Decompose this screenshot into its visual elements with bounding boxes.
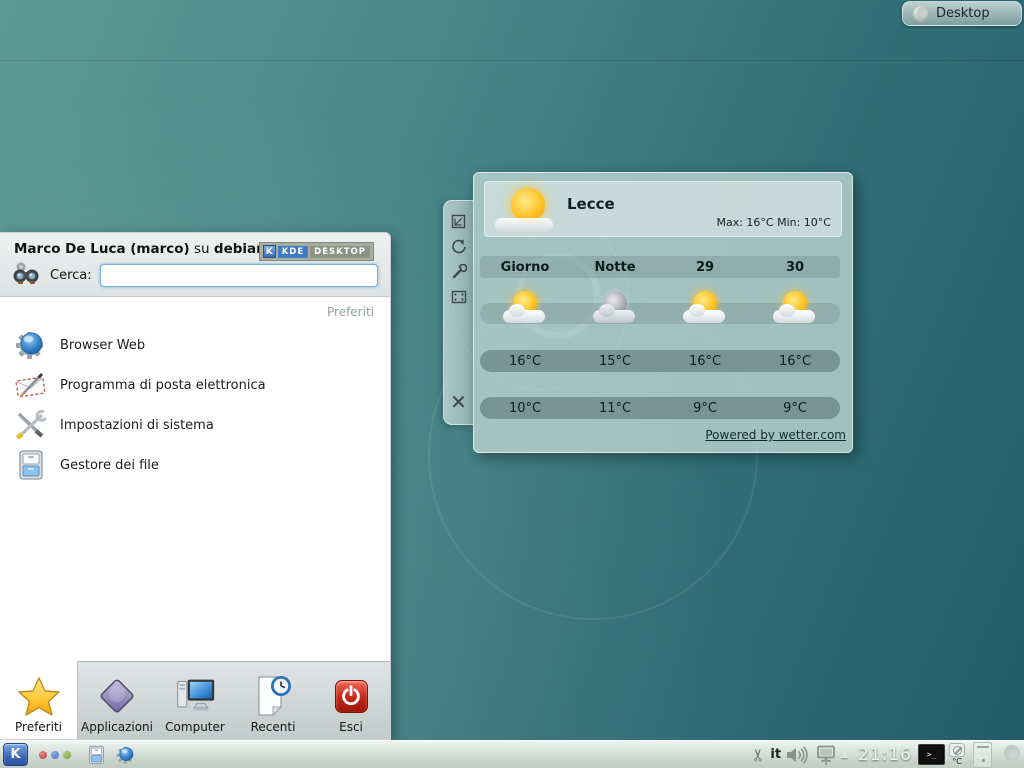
sun-cloud-icon — [495, 188, 557, 234]
column-label: Giorno — [480, 256, 570, 278]
kde-menu-launcher-button[interactable]: K — [3, 743, 28, 766]
badge-desktop-label: DESKTOP — [310, 246, 370, 258]
search-input[interactable] — [100, 264, 378, 287]
search-binoculars-icon — [12, 260, 42, 290]
weather-tray-icon[interactable]: °C — [949, 743, 965, 766]
green-dot-icon — [63, 751, 71, 759]
tab-recenti[interactable]: Recenti — [234, 662, 312, 739]
close-icon[interactable]: ✕ — [450, 392, 467, 412]
weather-max-min: Max: 16°C Min: 10°C — [716, 216, 831, 229]
column-label: 29 — [660, 256, 750, 278]
column-label: 30 — [750, 256, 840, 278]
max-temp: 15°C — [570, 350, 660, 372]
web-browser-globe-icon — [14, 328, 48, 362]
weather-condition-row — [480, 303, 840, 324]
kickoff-tab-bar: Preferiti Applicazioni — [0, 661, 390, 739]
keyboard-layout-indicator[interactable]: it — [770, 747, 781, 762]
system-settings-tools-icon — [14, 408, 48, 442]
tab-label: Applicazioni — [81, 720, 153, 734]
min-temp: 9°C — [750, 397, 840, 419]
tab-label: Preferiti — [15, 720, 62, 734]
favorite-item-label: Impostazioni di sistema — [60, 418, 214, 433]
search-label: Cerca: — [50, 268, 92, 283]
weather-max-temp-row: 16°C 15°C 16°C 16°C — [480, 350, 840, 372]
quicklaunch-file-manager-button[interactable] — [85, 744, 107, 766]
favorite-item-label: Gestore dei file — [60, 458, 159, 473]
quicklaunch-web-browser-button[interactable] — [115, 744, 137, 766]
kickoff-menu: Marco De Luca (marco) su debian K KDE DE… — [0, 232, 391, 740]
tab-preferiti[interactable]: Preferiti — [0, 661, 78, 739]
min-temp: 9°C — [660, 397, 750, 419]
sun-cloud-icon — [682, 291, 728, 325]
weather-city: Lecce — [567, 195, 615, 213]
favorite-item-label: Programma di posta elettronica — [60, 378, 266, 393]
network-manager-icon[interactable] — [815, 745, 837, 765]
bottom-panel: K ✂ it — [0, 740, 1024, 768]
badge-kde-label: KDE — [278, 246, 308, 258]
tab-esci[interactable]: Esci — [312, 662, 390, 739]
column-label: Notte — [570, 256, 660, 278]
favorite-item-mail[interactable]: Programma di posta elettronica — [0, 365, 390, 405]
star-icon — [18, 675, 60, 717]
favorite-item-systemsettings[interactable]: Impostazioni di sistema — [0, 405, 390, 445]
weather-tray-unit-label: °C — [952, 758, 962, 766]
max-temp: 16°C — [750, 350, 840, 372]
klipper-scissors-icon[interactable]: ✂ — [749, 747, 769, 761]
title-connector: su — [190, 241, 214, 257]
user-name: Marco De Luca (marco) — [14, 241, 190, 257]
sun-cloud-icon — [772, 291, 818, 325]
favorite-item-filemanager[interactable]: Gestore dei file — [0, 445, 390, 485]
tab-applicazioni[interactable]: Applicazioni — [78, 662, 156, 739]
max-temp: 16°C — [480, 350, 570, 372]
weather-min-temp-row: 10°C 11°C 9°C 9°C — [480, 397, 840, 419]
resize-icon[interactable] — [450, 213, 467, 230]
desktop-toolbox-button[interactable]: Desktop — [902, 1, 1022, 26]
file-manager-cabinet-icon — [14, 448, 48, 482]
kickoff-header: Marco De Luca (marco) su debian K KDE DE… — [0, 233, 390, 297]
red-dot-icon — [39, 751, 47, 759]
blue-dot-icon — [51, 751, 59, 759]
weather-column-headers: Giorno Notte 29 30 — [480, 256, 840, 278]
maximize-icon[interactable] — [450, 288, 467, 305]
tab-label: Recenti — [251, 720, 296, 734]
weather-widget[interactable]: Lecce Max: 16°C Min: 10°C Giorno Notte 2… — [473, 172, 853, 453]
favorites-section-label: Preferiti — [327, 305, 374, 319]
plasma-cashew-icon — [913, 6, 929, 22]
kde-desktop-badge: K KDE DESKTOP — [259, 242, 374, 261]
tab-label: Computer — [165, 720, 225, 734]
tab-label: Esci — [339, 720, 363, 734]
activity-dots-widget[interactable] — [39, 751, 71, 759]
panel-mini-widget[interactable] — [973, 742, 992, 768]
tab-computer[interactable]: Computer — [156, 662, 234, 739]
favorite-item-browser[interactable]: Browser Web — [0, 325, 390, 365]
configure-wrench-icon[interactable] — [450, 263, 467, 280]
logout-power-icon — [330, 675, 372, 717]
kickoff-favorites-view: Preferiti Browser Web — [0, 297, 390, 661]
min-temp: 10°C — [480, 397, 570, 419]
desktop-toolbox-label: Desktop — [936, 6, 990, 21]
panel-toolbox-cashew-button[interactable] — [998, 743, 1022, 767]
sun-cloud-icon — [502, 291, 548, 325]
recent-documents-clock-icon — [252, 675, 294, 717]
applications-diamond-icon — [96, 675, 138, 717]
tray-expander-arrow-icon[interactable]: ▲ — [841, 750, 848, 760]
mail-icon — [14, 368, 48, 402]
volume-speaker-icon[interactable] — [785, 746, 809, 764]
konsole-terminal-icon[interactable]: >_ — [918, 744, 945, 765]
computer-icon — [174, 675, 216, 717]
favorite-item-label: Browser Web — [60, 338, 145, 353]
max-temp: 16°C — [660, 350, 750, 372]
min-temp: 11°C — [570, 397, 660, 419]
wetter-credit-link[interactable]: Powered by wetter.com — [705, 428, 846, 442]
kde-logo-icon: K — [263, 245, 276, 258]
weather-header: Lecce Max: 16°C Min: 10°C — [484, 181, 842, 237]
wallpaper-seam — [0, 60, 1024, 61]
plasma-widget-handle: ✕ — [443, 200, 473, 425]
moon-cloud-icon — [592, 291, 638, 325]
rotate-icon[interactable] — [450, 238, 467, 255]
digital-clock[interactable]: 21:16 — [858, 745, 912, 765]
